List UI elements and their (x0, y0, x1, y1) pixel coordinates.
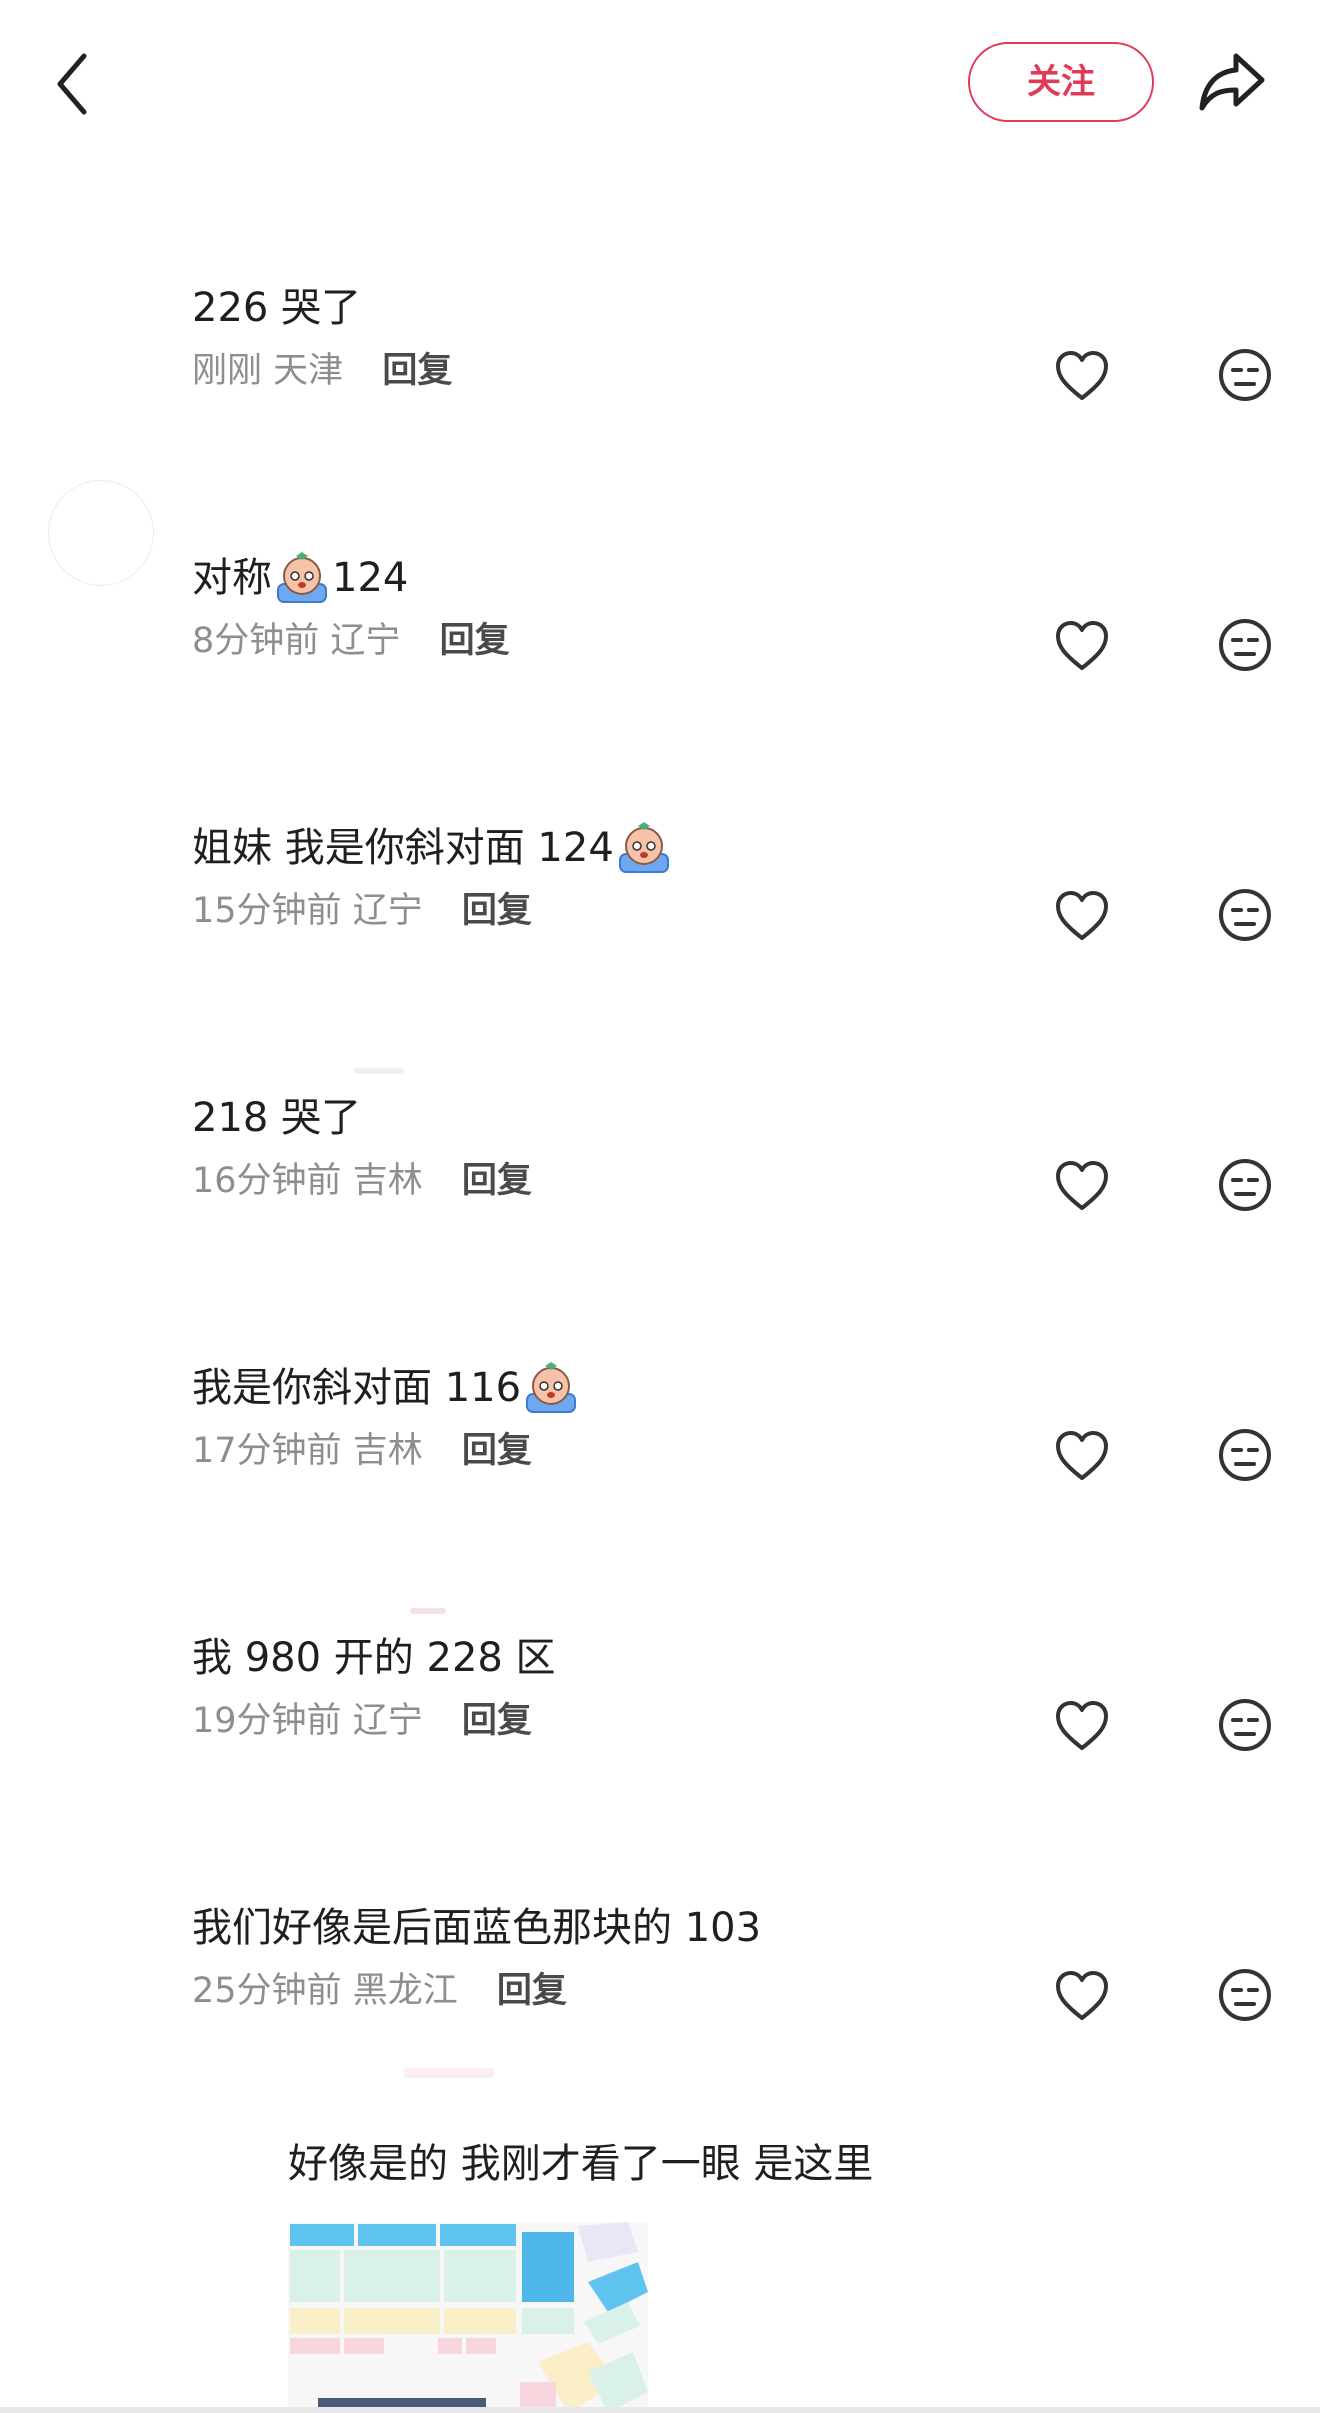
like-button[interactable] (1054, 1970, 1110, 2022)
dislike-button[interactable] (1218, 618, 1272, 672)
heart-outline-icon (1056, 621, 1108, 670)
seat-map-graphic (288, 2222, 648, 2413)
like-button[interactable] (1054, 1160, 1110, 1212)
comment-time: 16分钟前 (192, 1161, 342, 1201)
comment-time: 刚刚 (192, 351, 263, 391)
chevron-left-icon (57, 53, 87, 115)
dislike-button[interactable] (1218, 1968, 1272, 2022)
reply-button[interactable]: 回复 (497, 1971, 567, 2011)
heart-outline-icon (1056, 351, 1108, 400)
top-bar: 关注 (0, 0, 1320, 170)
back-button[interactable] (48, 48, 100, 120)
neutral-face-icon (1219, 1429, 1271, 1481)
comment-time: 19分钟前 (192, 1701, 342, 1741)
heart-outline-icon (1056, 1161, 1108, 1210)
comment-text-part: 姐妹 我是你斜对面 124 (192, 825, 614, 871)
neutral-face-icon (1219, 889, 1271, 941)
comment-meta: 16分钟前 吉林 回复 (192, 1156, 532, 1206)
comment-meta: 17分钟前 吉林 回复 (192, 1426, 532, 1476)
comment-text-part: 124 (332, 555, 409, 601)
comment-location: 吉林 (352, 1431, 423, 1471)
comment-item: 我是你斜对面 116 17分钟前 吉林 回复 (0, 1360, 1320, 1510)
heart-outline-icon (1056, 1971, 1108, 2020)
crying-face-emoji (526, 1362, 577, 1413)
seat-map-image[interactable] (288, 2222, 648, 2413)
crying-face-emoji (618, 822, 669, 873)
comment-meta: 15分钟前 辽宁 回复 (192, 886, 532, 936)
comment-item: 我们好像是后面蓝色那块的 103 25分钟前 黑龙江 回复 (0, 1900, 1320, 2050)
neutral-face-icon (1219, 1699, 1271, 1751)
like-button[interactable] (1054, 620, 1110, 672)
reply-button[interactable]: 回复 (462, 891, 532, 931)
dislike-button[interactable] (1218, 1428, 1272, 1482)
neutral-face-icon (1219, 349, 1271, 401)
comment-time: 17分钟前 (192, 1431, 342, 1471)
comment-location: 辽宁 (330, 621, 401, 661)
comment-location: 吉林 (352, 1161, 423, 1201)
comment-item: 对称 124 8分钟前 辽宁 回复 (0, 550, 1320, 700)
divider (354, 1068, 404, 1074)
comment-meta: 25分钟前 黑龙江 回复 (192, 1966, 567, 2016)
comment-location: 辽宁 (352, 1701, 423, 1741)
dislike-button[interactable] (1218, 348, 1272, 402)
comment-text: 我 980 开的 228 区 (192, 1635, 556, 1681)
follow-button[interactable]: 关注 (968, 42, 1154, 122)
crying-face-emoji (277, 552, 327, 603)
neutral-face-icon (1219, 1969, 1271, 2021)
comment-text: 对称 124 (192, 550, 408, 606)
comment-item: 我 980 开的 228 区 19分钟前 辽宁 回复 (0, 1630, 1320, 1780)
comment-location: 黑龙江 (352, 1971, 458, 2011)
comment-time: 25分钟前 (192, 1971, 342, 2011)
reply-button[interactable]: 回复 (462, 1431, 532, 1471)
neutral-face-icon (1219, 619, 1271, 671)
comment-text-part: 我是你斜对面 116 (192, 1365, 522, 1411)
comment-item: 226 哭了 刚刚 天津 回复 (0, 280, 1320, 430)
like-button[interactable] (1054, 890, 1110, 942)
comment-item: 姐妹 我是你斜对面 124 15分钟前 辽宁 回复 (0, 820, 1320, 970)
divider (404, 2068, 494, 2078)
comment-time: 8分钟前 (192, 621, 320, 661)
dislike-button[interactable] (1218, 888, 1272, 942)
heart-outline-icon (1056, 891, 1108, 940)
comment-meta: 8分钟前 辽宁 回复 (192, 616, 510, 666)
like-button[interactable] (1054, 1430, 1110, 1482)
comment-text: 我们好像是后面蓝色那块的 103 (192, 1905, 762, 1951)
neutral-face-icon (1219, 1159, 1271, 1211)
heart-outline-icon (1056, 1701, 1108, 1750)
reply-button[interactable]: 回复 (382, 351, 452, 391)
dislike-button[interactable] (1218, 1158, 1272, 1212)
dislike-button[interactable] (1218, 1698, 1272, 1752)
bottom-divider (0, 2407, 1320, 2413)
comment-meta: 刚刚 天津 回复 (192, 346, 452, 396)
comment-text: 姐妹 我是你斜对面 124 (192, 820, 674, 876)
comment-meta: 19分钟前 辽宁 回复 (192, 1696, 532, 1746)
reply-button[interactable]: 回复 (462, 1161, 532, 1201)
reply-button[interactable]: 回复 (440, 621, 510, 661)
heart-outline-icon (1056, 1431, 1108, 1480)
comment-time: 15分钟前 (192, 891, 342, 931)
comment-text-part: 对称 (192, 555, 272, 601)
comment-item: 218 哭了 16分钟前 吉林 回复 (0, 1090, 1320, 1240)
sub-reply-text: 好像是的 我刚才看了一眼 是这里 (288, 2141, 874, 2187)
reply-button[interactable]: 回复 (462, 1701, 532, 1741)
divider (410, 1608, 446, 1614)
comment-location: 辽宁 (352, 891, 423, 931)
share-arrow-icon (1199, 53, 1265, 111)
share-button[interactable] (1196, 50, 1268, 114)
like-button[interactable] (1054, 1700, 1110, 1752)
comment-text: 218 哭了 (192, 1095, 362, 1141)
comment-text: 226 哭了 (192, 285, 362, 331)
like-button[interactable] (1054, 350, 1110, 402)
comment-text: 我是你斜对面 116 (192, 1360, 581, 1416)
comment-location: 天津 (273, 351, 344, 391)
